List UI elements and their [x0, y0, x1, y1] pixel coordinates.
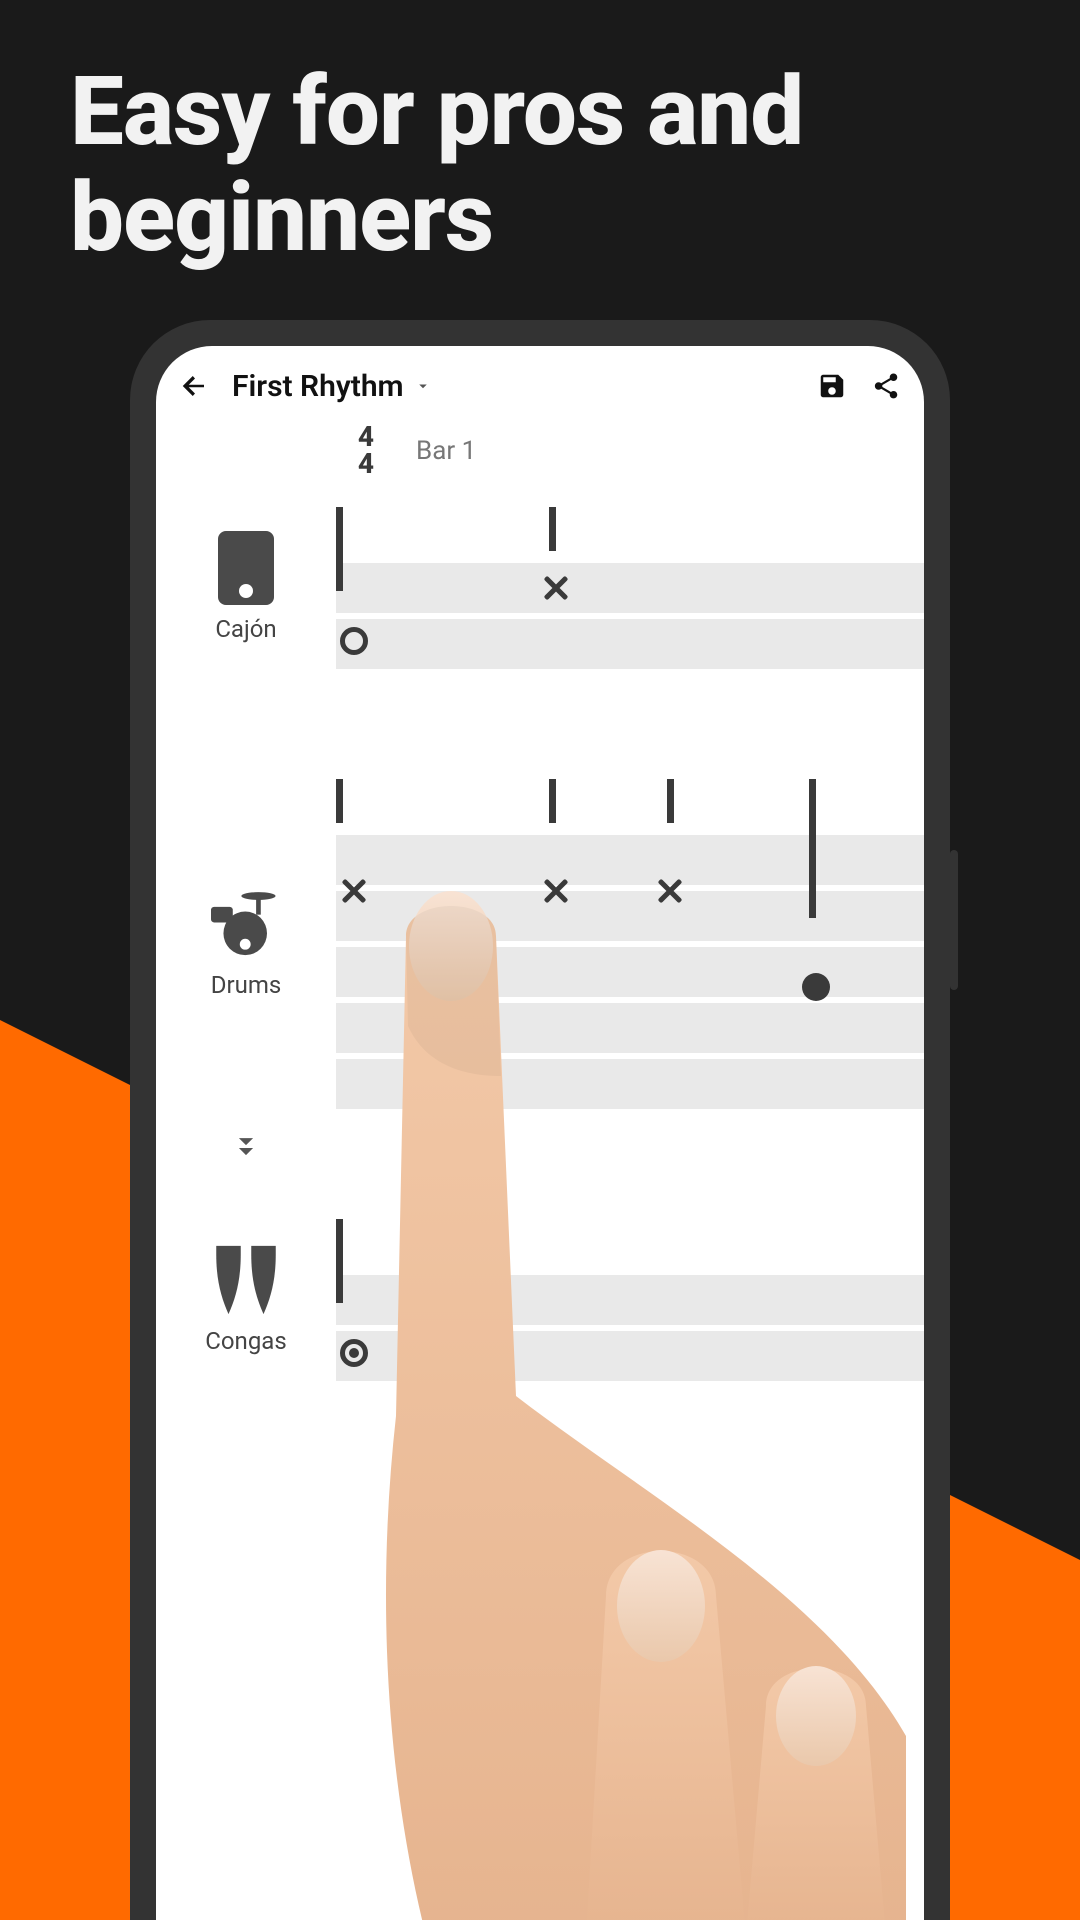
note-dot[interactable] — [802, 973, 830, 1001]
track-drums: Drums — [156, 779, 924, 1109]
song-title: First Rhythm — [232, 369, 404, 404]
chevron-down-icon — [414, 376, 432, 400]
note-x[interactable] — [656, 877, 684, 905]
cajon-icon[interactable] — [211, 533, 281, 603]
drums-icon[interactable] — [211, 889, 281, 959]
drums-label: Drums — [211, 971, 282, 999]
ts-bottom: 4 — [336, 451, 396, 478]
save-button[interactable] — [814, 368, 850, 404]
cajon-label: Cajón — [215, 615, 276, 643]
double-chevron-down-icon — [229, 1131, 263, 1165]
title-dropdown[interactable]: First Rhythm — [232, 369, 796, 404]
lane[interactable] — [336, 1331, 924, 1381]
time-signature[interactable]: 4 4 — [336, 424, 396, 477]
phone-frame: First Rhythm 4 4 Bar — [130, 320, 950, 1920]
drums-notation[interactable] — [336, 779, 924, 1109]
lane[interactable] — [336, 1275, 924, 1325]
lane[interactable] — [336, 1003, 924, 1053]
lane[interactable] — [336, 1059, 924, 1109]
time-signature-row: 4 4 Bar 1 — [156, 414, 924, 507]
app-screen: First Rhythm 4 4 Bar — [156, 346, 924, 1920]
cajon-notation[interactable] — [336, 507, 924, 669]
note-x[interactable] — [542, 877, 570, 905]
app-bar: First Rhythm — [156, 346, 924, 414]
congas-label: Congas — [205, 1327, 286, 1355]
bar-label: Bar 1 — [416, 436, 476, 466]
save-icon — [817, 371, 847, 401]
lane[interactable] — [336, 563, 924, 613]
track-congas: Congas — [156, 1219, 924, 1381]
congas-notation[interactable] — [336, 1219, 924, 1381]
note-open[interactable] — [340, 627, 368, 655]
note-x[interactable] — [542, 574, 570, 602]
lane[interactable] — [336, 947, 924, 997]
back-button[interactable] — [176, 368, 212, 404]
arrow-left-icon — [179, 371, 209, 401]
congas-icon[interactable] — [211, 1245, 281, 1315]
note-target[interactable] — [340, 1339, 368, 1367]
promo-headline: Easy for pros and beginners — [70, 60, 1010, 271]
expand-button[interactable] — [229, 1131, 263, 1169]
lane[interactable] — [336, 835, 924, 885]
note-x[interactable] — [340, 877, 368, 905]
share-button[interactable] — [868, 368, 904, 404]
lane[interactable] — [336, 619, 924, 669]
lane[interactable] — [336, 891, 924, 941]
track-cajon: Cajón — [156, 507, 924, 669]
share-icon — [871, 371, 901, 401]
